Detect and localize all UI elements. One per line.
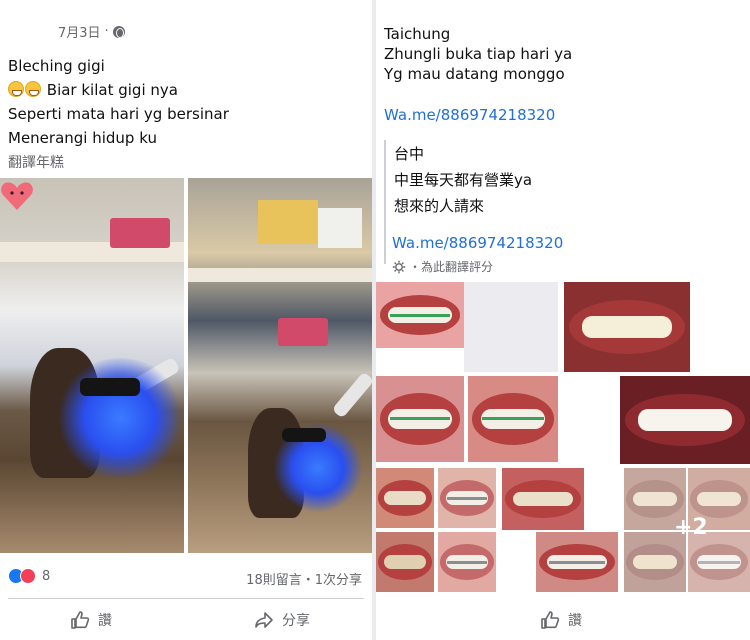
collage-blank — [464, 282, 558, 372]
comments-shares-count[interactable]: 18則留言・1次分享 — [246, 569, 362, 588]
post-body: Bleching gigi Biar kilat gigi nya Sepert… — [8, 54, 229, 150]
collage-photo[interactable] — [468, 376, 558, 462]
post-line: Menerangi hidup ku — [8, 129, 157, 147]
grinning-emoji-icon — [8, 81, 24, 97]
rate-translation[interactable]: ・為此翻譯評分 — [392, 258, 493, 275]
collage-photo[interactable] — [438, 532, 496, 592]
grinning-emoji-icon — [25, 81, 41, 97]
share-label: 分享 — [282, 613, 310, 629]
translate-link[interactable]: 翻譯年糕 — [8, 152, 64, 172]
collage-photo[interactable] — [376, 376, 464, 462]
collage-photo[interactable] — [620, 376, 750, 464]
storage-box — [278, 318, 328, 346]
translated-line: 中里每天都有營業ya — [394, 171, 533, 189]
collage-photo[interactable] — [536, 532, 618, 592]
sunglasses — [80, 378, 140, 396]
translated-line: 想來的人請來 — [394, 197, 485, 215]
collage-photo[interactable] — [502, 468, 584, 530]
right-post: Taichung Zhungli buka tiap hari ya Yg ma… — [376, 0, 750, 640]
post-photo-2[interactable] — [188, 178, 372, 553]
shelf — [188, 268, 372, 282]
like-button[interactable]: 讚 — [70, 610, 112, 630]
like-label: 讚 — [568, 613, 582, 629]
whatsapp-link[interactable]: Wa.me/886974218320 — [384, 106, 555, 124]
globe-icon — [112, 25, 125, 38]
rate-label: ・為此翻譯評分 — [409, 260, 494, 274]
like-label: 讚 — [98, 613, 112, 629]
post-body: Taichung Zhungli buka tiap hari ya Yg ma… — [384, 24, 572, 84]
collage-photo[interactable] — [376, 282, 464, 348]
collage-photo[interactable] — [376, 468, 434, 528]
post-line: Biar kilat gigi nya — [8, 78, 229, 102]
gear-icon — [392, 260, 406, 273]
post-line: Zhungli buka tiap hari ya — [384, 45, 573, 63]
divider — [8, 598, 364, 599]
share-arrow-icon — [255, 612, 273, 628]
post-date[interactable]: 7月3日 — [58, 22, 101, 41]
whitening-lamp — [331, 371, 372, 419]
sunglasses — [282, 428, 326, 442]
love-reaction-icon — [20, 568, 36, 584]
thumbs-up-icon — [541, 611, 560, 629]
left-post: 7月3日 · Bleching gigi Biar kilat gigi nya… — [0, 0, 372, 640]
like-button[interactable]: 讚 — [540, 610, 582, 630]
translated-whatsapp-link[interactable]: Wa.me/886974218320 — [392, 234, 563, 252]
blue-light-glow — [55, 358, 184, 478]
storage-box — [110, 218, 170, 248]
reaction-count: 8 — [42, 568, 51, 584]
more-photos-count[interactable]: +2 — [674, 515, 708, 540]
translated-line: 台中 — [394, 145, 425, 163]
post-line: Yg mau datang monggo — [384, 65, 565, 83]
post-line: Taichung — [384, 25, 451, 43]
post-line: Seperti mata hari yg bersinar — [8, 105, 229, 123]
collage-photo[interactable] — [376, 532, 434, 592]
reaction-summary[interactable]: 8 — [8, 568, 50, 584]
heart-sticker-icon — [1, 182, 33, 210]
storage-box — [318, 208, 362, 248]
thumbs-up-icon — [71, 611, 90, 629]
collage-photo[interactable] — [564, 282, 690, 372]
storage-box — [258, 200, 318, 244]
post-line: Bleching gigi — [8, 57, 105, 75]
post-photo-1[interactable] — [0, 178, 184, 553]
collage-photo[interactable] — [438, 468, 496, 528]
post-meta: 7月3日 · — [58, 22, 125, 41]
share-button[interactable]: 分享 — [254, 610, 310, 630]
meta-separator: · — [104, 24, 109, 39]
